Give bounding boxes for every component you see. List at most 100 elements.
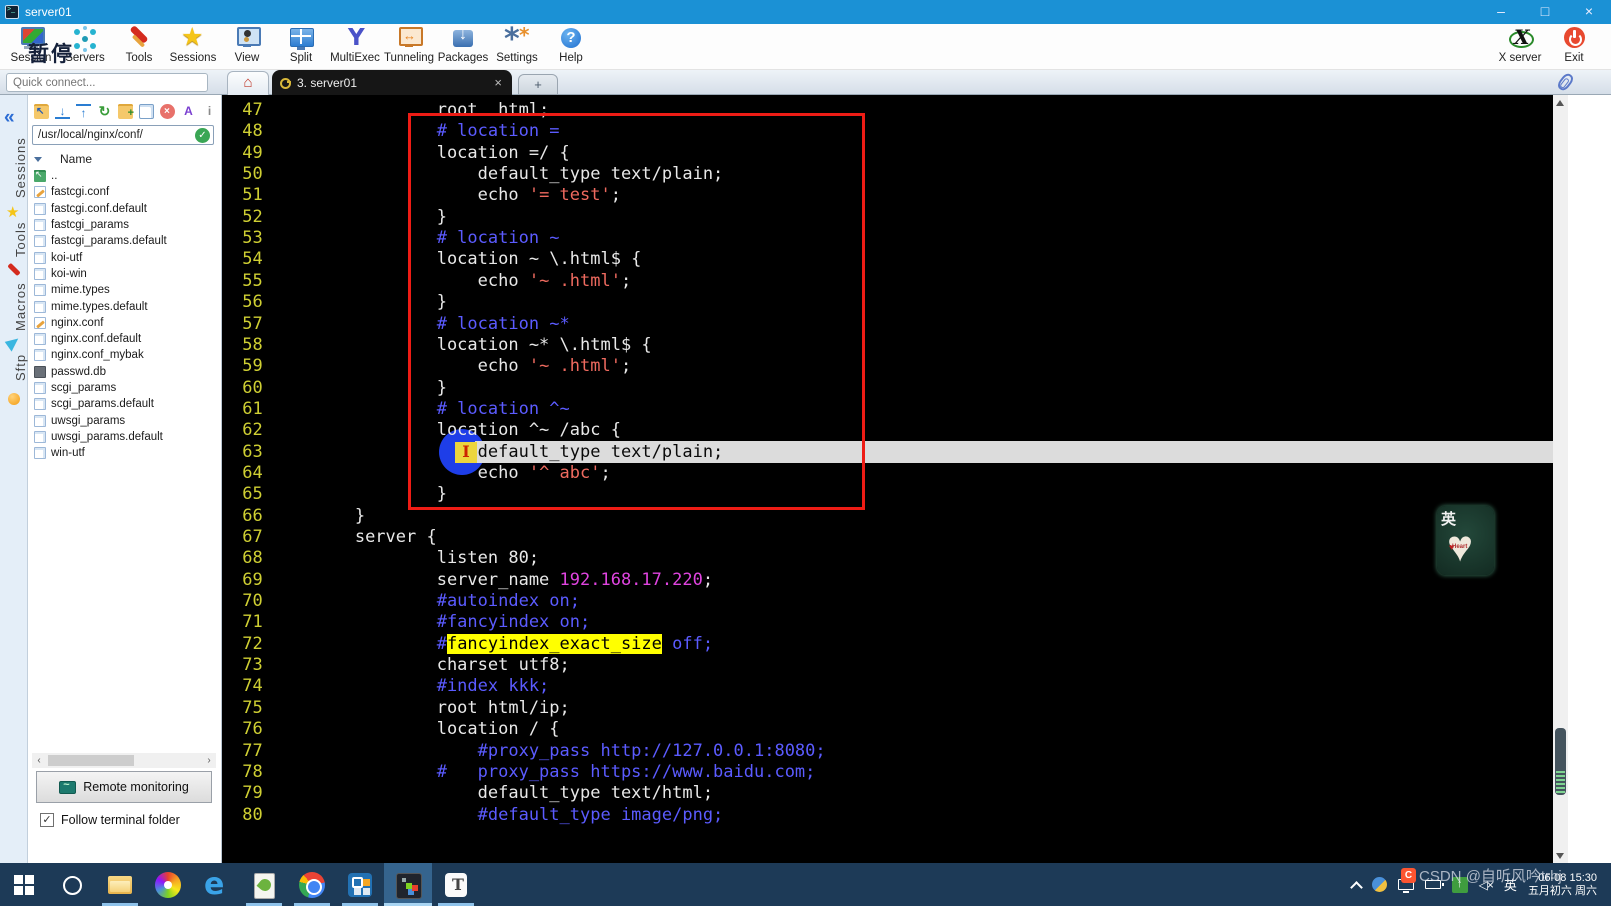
line-number: 70 (232, 591, 273, 612)
packages-icon (449, 26, 477, 52)
file-row[interactable]: nginx.conf_mybak (32, 347, 216, 363)
updir-icon[interactable] (34, 104, 49, 119)
taskbar-start-menu[interactable] (0, 863, 48, 906)
scroll-up-icon[interactable] (1556, 100, 1564, 106)
taskbar-mobaxterm[interactable] (384, 863, 432, 906)
multiexec-icon (341, 25, 369, 52)
path-field[interactable]: /usr/local/nginx/conf/ ✓ (32, 125, 214, 145)
refresh-icon[interactable]: ↻ (97, 104, 112, 119)
file-row[interactable]: .. (32, 168, 216, 184)
file-row[interactable]: win-utf (32, 445, 216, 461)
line-number: 47 (232, 100, 273, 120)
sidebar-tab-sftp[interactable]: Sftp (0, 347, 28, 387)
scroll-right-icon[interactable]: › (202, 755, 216, 766)
file-row[interactable]: fastcgi.conf (32, 184, 216, 200)
follow-checkbox[interactable]: ✓ (40, 813, 54, 827)
taskbar-browser-pinwheel[interactable] (144, 863, 192, 906)
close-button[interactable]: × (1567, 0, 1611, 24)
file-row[interactable]: uwsgi_params (32, 412, 216, 428)
encoding-icon[interactable] (181, 104, 196, 119)
delete-icon[interactable] (160, 104, 175, 119)
collapse-sidebar-icon[interactable]: « (4, 107, 15, 129)
taskbar-vmware-workstation[interactable] (336, 863, 384, 906)
scroll-down-icon[interactable] (1556, 853, 1564, 859)
toolbar-settings-button[interactable]: Settings (490, 24, 544, 69)
file-row[interactable]: passwd.db (32, 364, 216, 380)
file-row[interactable]: mime.types.default (32, 298, 216, 314)
taskbar-notepad-plus-plus[interactable] (240, 863, 288, 906)
newfile-icon[interactable] (139, 104, 154, 119)
sidebar-tab-sessions[interactable]: Sessions (0, 135, 28, 201)
file-icon (34, 333, 46, 346)
file-list-header[interactable]: Name (34, 152, 92, 166)
toolbar-label: MultiExec (330, 52, 380, 64)
upload-icon[interactable]: ↑ (76, 104, 91, 120)
horizontal-scrollbar[interactable]: ‹ › (32, 753, 216, 768)
tab-close-icon[interactable]: × (492, 75, 504, 90)
taskbar-search[interactable] (48, 863, 96, 906)
sidebar-tab-tools[interactable]: Tools (0, 217, 28, 261)
app-icon (5, 5, 19, 19)
toolbar-xserver-button[interactable]: X server (1493, 24, 1547, 69)
file-row[interactable]: scgi_params (32, 380, 216, 396)
taskbar-typora[interactable] (432, 863, 480, 906)
terminal-scrollbar[interactable] (1553, 95, 1568, 863)
line-number: 65 (232, 484, 273, 505)
file-db-icon (34, 365, 46, 378)
home-tab[interactable]: ⌂ (227, 71, 269, 95)
new-tab-button[interactable]: + (518, 74, 558, 95)
file-row[interactable]: uwsgi_params.default (32, 429, 216, 445)
quick-connect-input[interactable] (6, 73, 208, 92)
info-icon[interactable] (202, 104, 217, 119)
toolbar-label: View (234, 52, 260, 64)
remote-monitoring-button[interactable]: Remote monitoring (36, 771, 212, 803)
file-row[interactable]: fastcgi.conf.default (32, 201, 216, 217)
line-number: 75 (232, 697, 273, 718)
file-row[interactable]: scgi_params.default (32, 396, 216, 412)
code-line-78: 78 # proxy_pass https://www.baidu.com; (232, 761, 816, 782)
code-line-75: 75 root html/ip; (232, 697, 570, 718)
messenger-tray-icon[interactable] (1371, 877, 1387, 892)
attach-icon[interactable] (1555, 71, 1576, 93)
toolbar-tools-button[interactable]: Tools (112, 24, 166, 69)
maximize-button[interactable]: □ (1523, 0, 1567, 24)
tab-server01[interactable]: 3. server01 × (272, 70, 512, 95)
scroll-left-icon[interactable]: ‹ (32, 755, 46, 766)
download-icon[interactable]: ↓ (55, 104, 70, 119)
code-line-67: 67 server { (232, 527, 437, 547)
code-line-79: 79 default_type text/html; (232, 783, 714, 804)
file-row[interactable]: fastcgi_params.default (32, 233, 216, 249)
session-tab-bar: ⌂ 3. server01 × + (0, 70, 1611, 95)
terminal-scrollbar-thumb[interactable] (1555, 728, 1566, 795)
file-row[interactable]: nginx.conf.default (32, 331, 216, 347)
csdn-logo-icon: C (1401, 868, 1416, 883)
toolbar-multiexec-button[interactable]: MultiExec (328, 24, 382, 69)
file-row[interactable]: nginx.conf (32, 315, 216, 331)
scrollbar-thumb[interactable] (48, 755, 134, 766)
file-row[interactable]: koi-win (32, 266, 216, 282)
minimize-button[interactable]: – (1479, 0, 1523, 24)
toolbar-split-button[interactable]: Split (274, 24, 328, 69)
newfolder-icon[interactable] (118, 104, 134, 121)
toolbar-sessions-button[interactable]: Sessions (166, 22, 220, 69)
terminal-vim-editor[interactable]: I "nginx.conf" 102L, 2821C 63,20 67% 47 … (222, 95, 1553, 863)
toolbar-help-button[interactable]: Help (544, 24, 598, 69)
tray-expand-icon[interactable] (1351, 880, 1361, 890)
toolbar-tunneling-button[interactable]: Tunneling (382, 24, 436, 69)
line-number: 79 (232, 783, 273, 804)
file-row[interactable]: fastcgi_params (32, 217, 216, 233)
follow-terminal-folder-row[interactable]: ✓ Follow terminal folder (40, 813, 180, 827)
taskbar-file-explorer[interactable] (96, 863, 144, 906)
line-number: 69 (232, 569, 273, 590)
toolbar-view-button[interactable]: View (220, 24, 274, 69)
file-row[interactable]: mime.types (32, 282, 216, 298)
file-name: nginx.conf (51, 316, 104, 329)
toolbar-packages-button[interactable]: Packages (436, 24, 490, 69)
file-row[interactable]: koi-utf (32, 249, 216, 265)
taskbar-chrome-browser[interactable] (288, 863, 336, 906)
taskbar-edge-browser[interactable] (192, 863, 240, 906)
code-line-68: 68 listen 80; (232, 548, 540, 569)
toolbar-exit-button[interactable]: Exit (1547, 24, 1601, 69)
file-icon (34, 430, 46, 443)
sidebar-tab-macros[interactable]: Macros (0, 281, 28, 333)
